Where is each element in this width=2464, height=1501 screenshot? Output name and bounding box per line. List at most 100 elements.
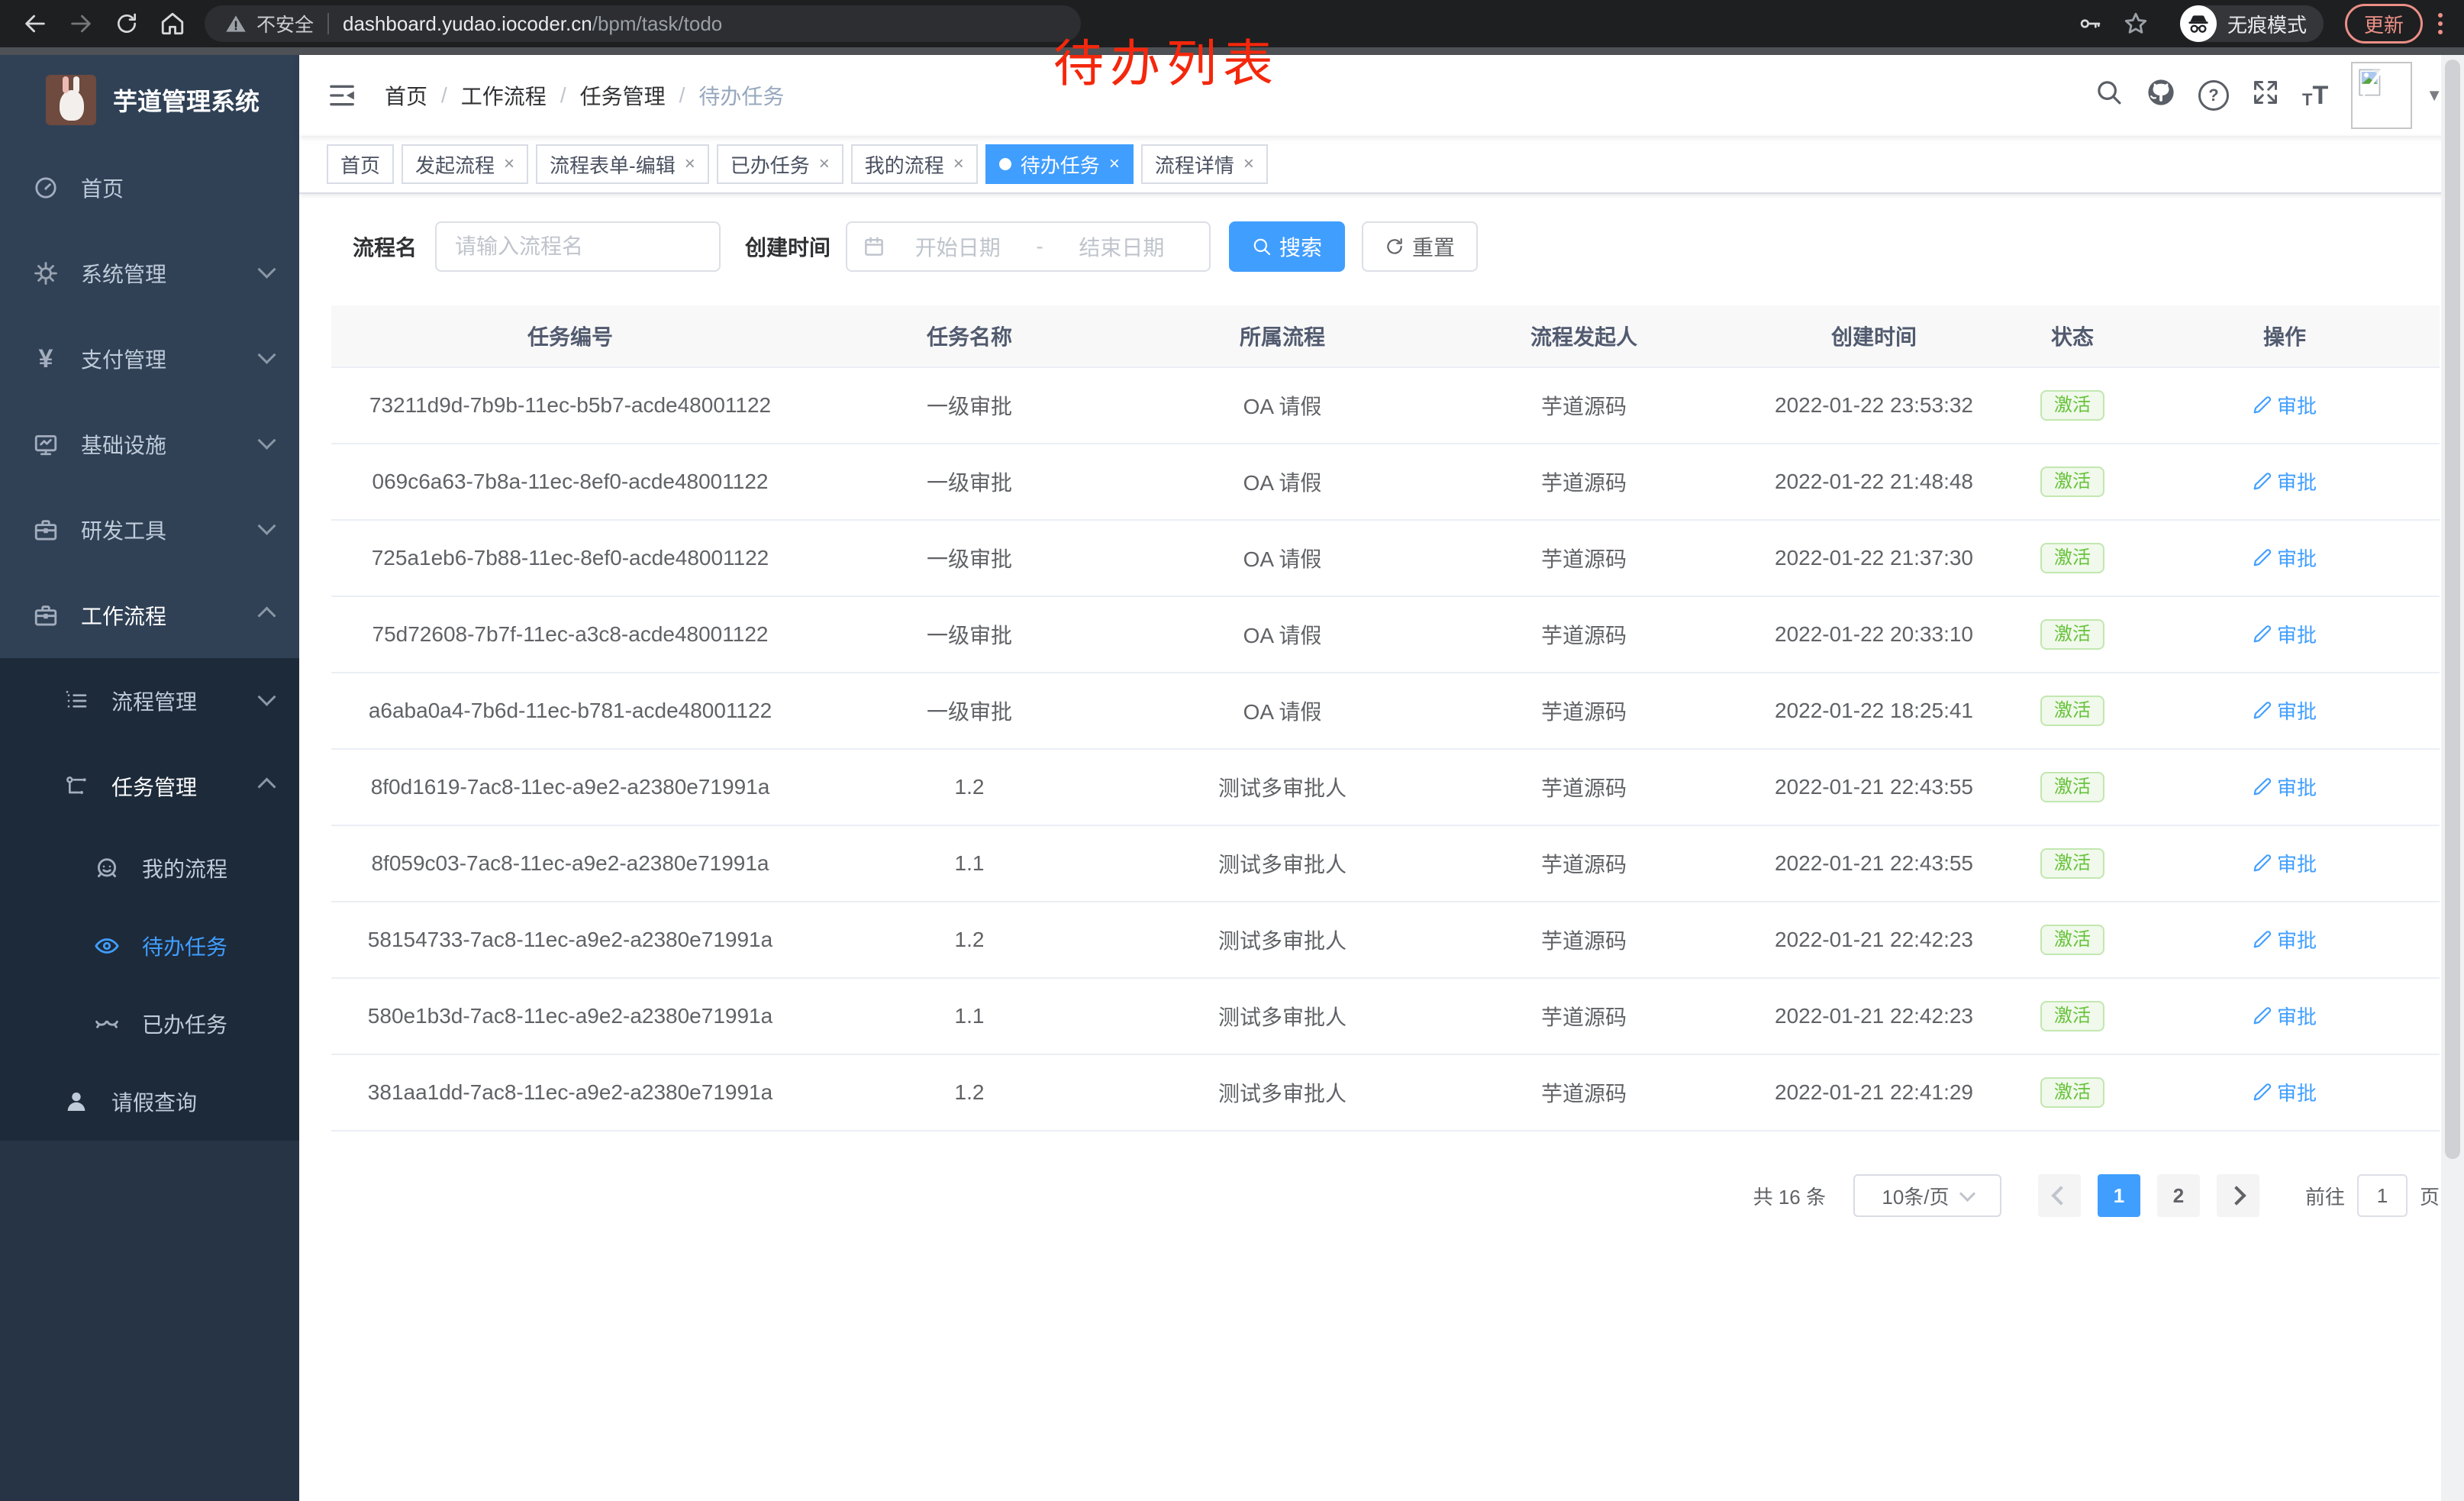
tab-process-detail[interactable]: 流程详情× — [1141, 144, 1268, 184]
chevron-down-icon — [257, 516, 276, 534]
process-name-input[interactable] — [435, 221, 721, 272]
approve-link[interactable]: 审批 — [2253, 1078, 2317, 1106]
chevron-up-icon — [257, 606, 276, 625]
search-icon[interactable] — [2095, 78, 2124, 113]
github-icon[interactable] — [2146, 78, 2175, 113]
approve-link[interactable]: 审批 — [2253, 925, 2317, 954]
page-1-button[interactable]: 1 — [2098, 1174, 2140, 1217]
tab-home[interactable]: 首页 — [327, 144, 394, 184]
initiator-cell: 芋道源码 — [1435, 444, 1733, 520]
approve-link[interactable]: 审批 — [2253, 620, 2317, 648]
breadcrumb-item[interactable]: 任务管理 — [580, 80, 666, 111]
approve-link[interactable]: 审批 — [2253, 467, 2317, 495]
status-badge: 激活 — [2040, 772, 2104, 802]
close-icon[interactable]: × — [1109, 153, 1120, 175]
tab-todo-tasks[interactable]: 待办任务× — [985, 144, 1134, 184]
sidebar-item-payment[interactable]: ¥ 支付管理 — [0, 316, 299, 402]
task-id-cell: 725a1eb6-7b88-11ec-8ef0-acde48001122 — [331, 520, 809, 596]
next-page-button[interactable] — [2217, 1174, 2259, 1217]
app-logo[interactable]: 芋道管理系统 — [0, 55, 299, 145]
close-icon[interactable]: × — [953, 153, 964, 175]
approve-link[interactable]: 审批 — [2253, 849, 2317, 877]
fullscreen-icon[interactable] — [2252, 79, 2279, 112]
status-badge: 激活 — [2040, 543, 2104, 573]
approve-link[interactable]: 审批 — [2253, 544, 2317, 572]
prev-page-button[interactable] — [2038, 1174, 2081, 1217]
pagination: 共 16 条 10条/页 1 2 前往 页 — [331, 1174, 2440, 1217]
key-icon[interactable] — [2067, 2, 2113, 45]
active-dot-icon — [999, 158, 1011, 170]
goto-page-input[interactable] — [2357, 1174, 2408, 1217]
sidebar-item-label: 首页 — [81, 173, 124, 203]
chevron-right-icon — [2227, 1186, 2246, 1205]
sidebar-item-workflow[interactable]: 工作流程 — [0, 573, 299, 658]
initiator-cell: 芋道源码 — [1435, 596, 1733, 673]
eye-closed-icon — [92, 1011, 122, 1037]
page-content: 流程名 创建时间 开始日期 - 结束日期 搜索 重 — [299, 194, 2464, 1501]
close-icon[interactable]: × — [1243, 153, 1254, 175]
bookmark-star-icon[interactable] — [2113, 2, 2159, 45]
close-icon[interactable]: × — [504, 153, 514, 175]
approve-link[interactable]: 审批 — [2253, 1002, 2317, 1030]
update-button[interactable]: 更新 — [2345, 4, 2423, 44]
search-button[interactable]: 搜索 — [1229, 221, 1345, 272]
forward-button[interactable] — [58, 2, 104, 45]
caret-down-icon[interactable]: ▼ — [2426, 86, 2443, 105]
date-range-picker[interactable]: 开始日期 - 结束日期 — [846, 221, 1211, 272]
refresh-button[interactable] — [104, 2, 150, 45]
sidebar-item-label: 我的流程 — [142, 853, 227, 883]
approve-link[interactable]: 审批 — [2253, 391, 2317, 419]
sidebar-item-task-mgmt[interactable]: 任务管理 — [0, 744, 299, 829]
address-bar[interactable]: 不安全 dashboard.yudao.iocoder.cn/bpm/task/… — [205, 5, 1081, 42]
task-name-cell: 1.2 — [809, 902, 1130, 978]
page-size-select[interactable]: 10条/页 — [1853, 1174, 2001, 1217]
tab-process-form-edit[interactable]: 流程表单-编辑× — [536, 144, 709, 184]
sidebar-item-my-process[interactable]: 我的流程 — [0, 829, 299, 907]
breadcrumb-separator: / — [560, 83, 566, 108]
sidebar-item-label: 基础设施 — [81, 429, 166, 460]
font-size-icon[interactable]: TT — [2302, 82, 2328, 108]
scrollbar-track[interactable] — [2441, 55, 2464, 1501]
tab-done-tasks[interactable]: 已办任务× — [717, 144, 843, 184]
help-icon[interactable]: ? — [2198, 80, 2229, 111]
approve-link[interactable]: 审批 — [2253, 773, 2317, 801]
breadcrumb-item[interactable]: 工作流程 — [461, 80, 547, 111]
sidebar-item-leave-query[interactable]: 请假查询 — [0, 1063, 299, 1141]
task-id-cell: a6aba0a4-7b6d-11ec-b781-acde48001122 — [331, 673, 809, 749]
breadcrumb-item[interactable]: 首页 — [385, 80, 427, 111]
initiator-cell: 芋道源码 — [1435, 749, 1733, 825]
status-badge: 激活 — [2040, 696, 2104, 726]
tab-my-process[interactable]: 我的流程× — [851, 144, 978, 184]
sidebar-item-system[interactable]: 系统管理 — [0, 231, 299, 316]
breadcrumb-separator: / — [679, 83, 685, 108]
browser-menu-icon[interactable] — [2438, 13, 2443, 34]
chevron-left-icon — [2051, 1186, 2070, 1205]
home-button[interactable] — [150, 2, 195, 45]
tab-start-process[interactable]: 发起流程× — [402, 144, 528, 184]
sidebar-item-home[interactable]: 首页 — [0, 145, 299, 231]
sidebar-item-done-tasks[interactable]: 已办任务 — [0, 985, 299, 1063]
table-row: 069c6a63-7b8a-11ec-8ef0-acde48001122一级审批… — [331, 444, 2440, 520]
collapse-sidebar-button[interactable] — [327, 80, 357, 111]
table-row: 381aa1dd-7ac8-11ec-a9e2-a2380e71991a1.2测… — [331, 1054, 2440, 1131]
close-icon[interactable]: × — [685, 153, 695, 175]
approve-label: 审批 — [2277, 925, 2317, 954]
table-row: 73211d9d-7b9b-11ec-b5b7-acde48001122一级审批… — [331, 367, 2440, 444]
sidebar-item-todo-tasks[interactable]: 待办任务 — [0, 907, 299, 985]
scrollbar-thumb[interactable] — [2445, 60, 2460, 1159]
sidebar: 芋道管理系统 首页 系统管理 ¥ 支付管理 — [0, 55, 299, 1501]
back-button[interactable] — [12, 2, 58, 45]
reset-button[interactable]: 重置 — [1362, 221, 1478, 272]
sidebar-item-infra[interactable]: 基础设施 — [0, 402, 299, 487]
security-label: 不安全 — [256, 10, 314, 37]
create-time-cell: 2022-01-22 23:53:32 — [1733, 367, 2015, 444]
sidebar-item-process-mgmt[interactable]: 流程管理 — [0, 658, 299, 744]
avatar[interactable] — [2351, 62, 2412, 129]
page-2-button[interactable]: 2 — [2157, 1174, 2200, 1217]
sidebar-item-devtools[interactable]: 研发工具 — [0, 487, 299, 573]
status-badge: 激活 — [2040, 925, 2104, 955]
task-name-cell: 1.1 — [809, 825, 1130, 902]
approve-link[interactable]: 审批 — [2253, 696, 2317, 725]
close-icon[interactable]: × — [819, 153, 830, 175]
create-time-cell: 2022-01-22 20:33:10 — [1733, 596, 2015, 673]
